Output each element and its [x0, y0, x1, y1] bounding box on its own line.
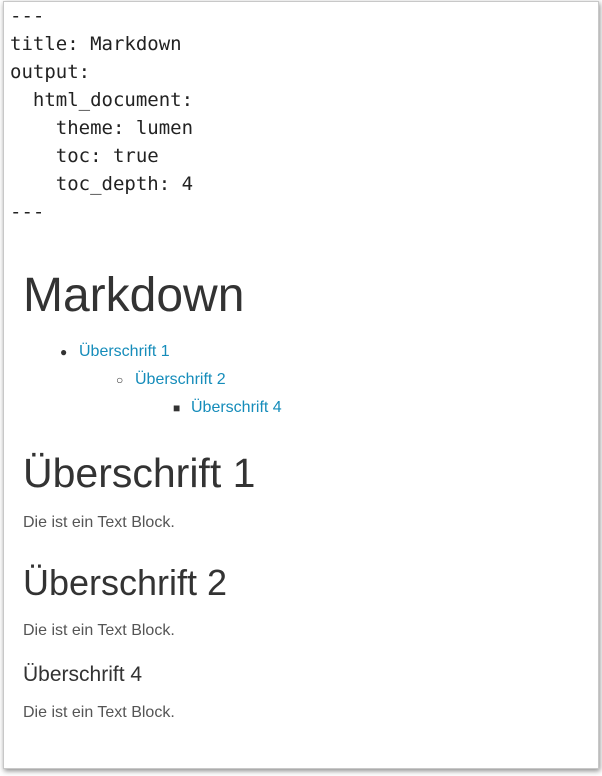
yaml-line: output:	[10, 61, 91, 83]
section-heading-1: Überschrift 1	[23, 450, 256, 496]
yaml-line: title: Markdown	[10, 33, 182, 55]
rendered-document: Markdown ● Überschrift 1 ○ Überschrift 2…	[23, 264, 583, 726]
document-frame: --- title: Markdown output: html_documen…	[3, 1, 599, 769]
yaml-line: theme: lumen	[10, 117, 194, 139]
toc-item: ■ Überschrift 4	[23, 394, 583, 422]
toc-item: ○ Überschrift 2	[23, 366, 583, 394]
toc-link-ueberschrift-2[interactable]: Überschrift 2	[135, 371, 226, 388]
document-title: Markdown	[23, 269, 245, 322]
yaml-line: toc_depth: 4	[10, 173, 194, 195]
section-heading-4: Überschrift 4	[23, 663, 143, 686]
bullet-circle-icon: ○	[116, 373, 124, 387]
yaml-line: toc: true	[10, 145, 159, 167]
yaml-line: html_document:	[10, 89, 194, 111]
section-text: Die ist ein Text Block.	[23, 514, 175, 531]
section-text: Die ist ein Text Block.	[23, 704, 175, 721]
yaml-line: ---	[10, 5, 45, 27]
toc-link-ueberschrift-4[interactable]: Überschrift 4	[191, 399, 282, 416]
toc-item: ● Überschrift 1	[23, 338, 583, 366]
yaml-header: --- title: Markdown output: html_documen…	[10, 2, 193, 226]
yaml-line: ---	[10, 201, 45, 223]
section-text: Die ist ein Text Block.	[23, 622, 175, 639]
bullet-disc-icon: ●	[60, 345, 68, 359]
bullet-square-icon: ■	[173, 401, 181, 415]
section-heading-2: Überschrift 2	[23, 562, 228, 603]
table-of-contents: ● Überschrift 1 ○ Überschrift 2 ■ Übersc…	[23, 338, 583, 422]
toc-link-ueberschrift-1[interactable]: Überschrift 1	[79, 343, 170, 360]
